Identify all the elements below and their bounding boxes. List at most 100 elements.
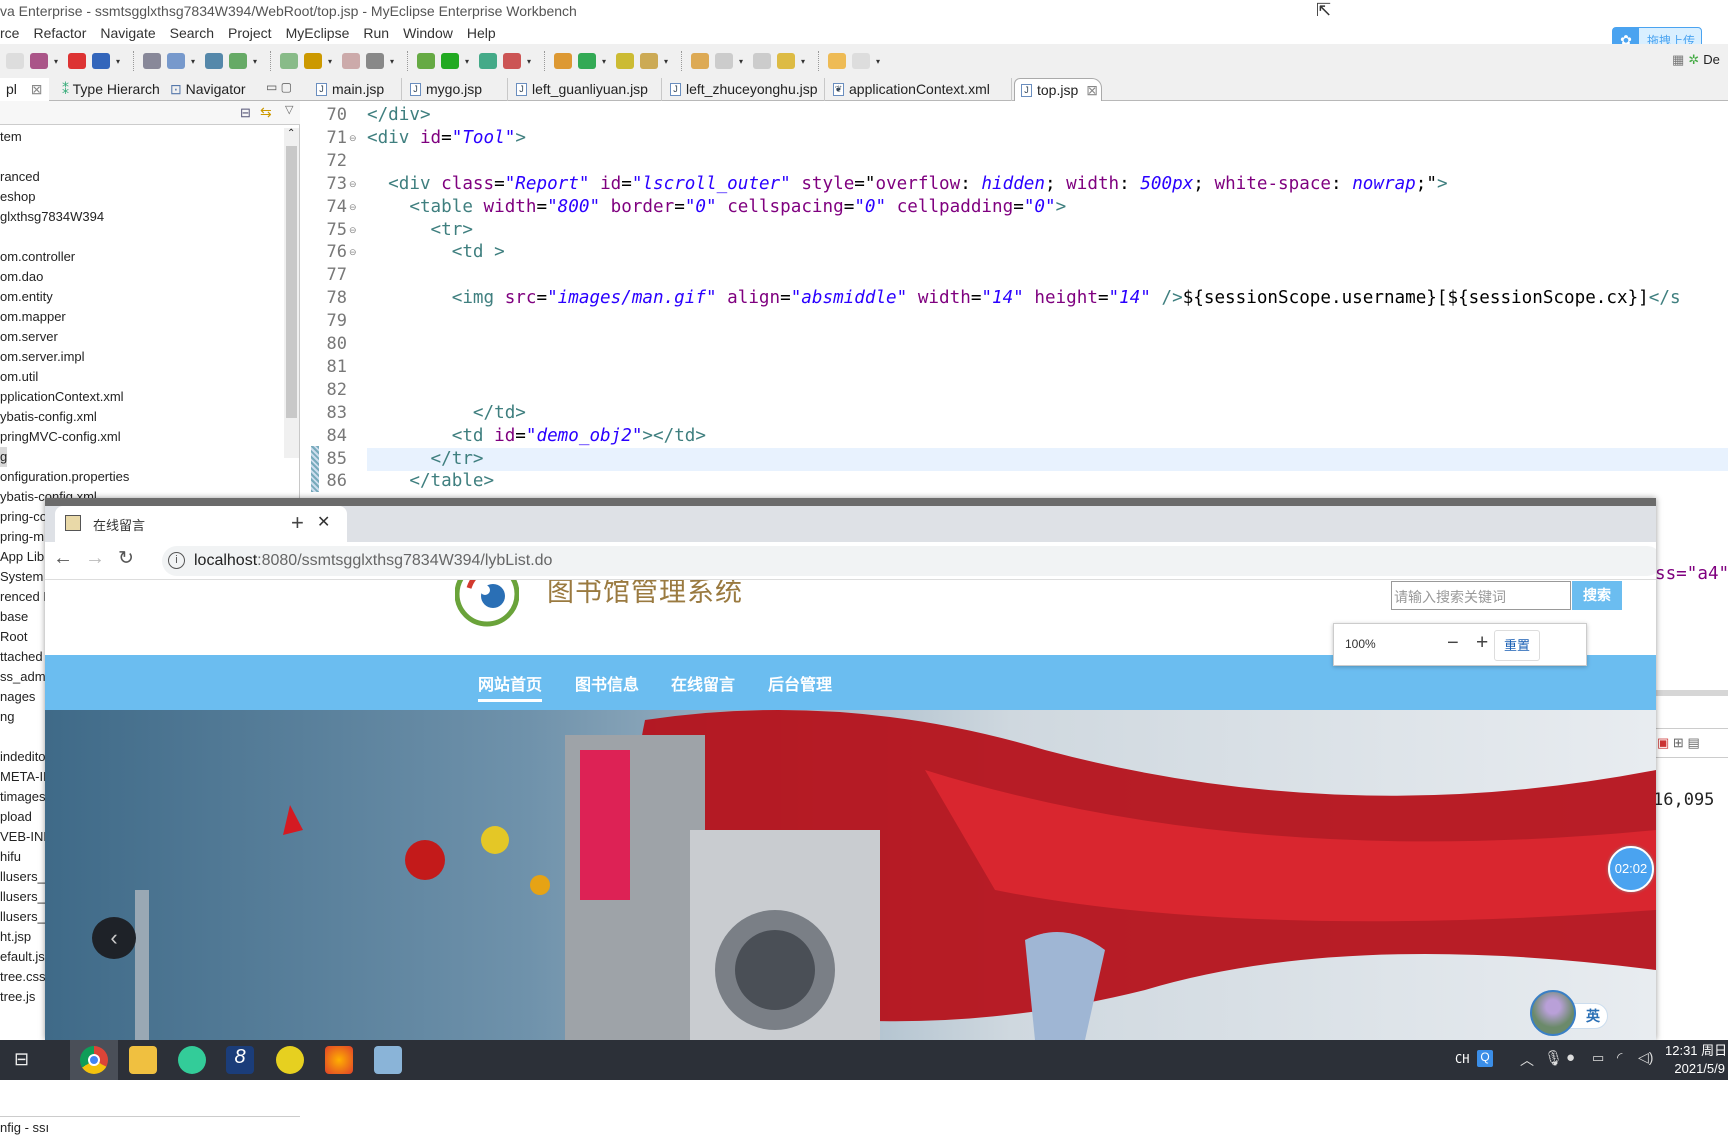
myeclipse-icon[interactable]: 8: [226, 1046, 254, 1074]
qq-tray-icon[interactable]: ●: [1566, 1049, 1575, 1066]
toolbar-button-icon[interactable]: [578, 53, 596, 69]
toolbar-button-icon[interactable]: [30, 53, 48, 69]
toolbar-button-icon[interactable]: [691, 53, 709, 69]
fold-toggle-icon[interactable]: ⊖: [349, 196, 357, 219]
tree-item[interactable]: om.server.impl: [0, 347, 85, 367]
tree-item[interactable]: om.entity: [0, 287, 53, 307]
toolbar-button-icon[interactable]: [715, 53, 733, 69]
tree-item[interactable]: App Lib: [0, 547, 44, 567]
toolbar-button-icon[interactable]: [503, 53, 521, 69]
tree-item[interactable]: timages: [0, 787, 46, 807]
toolbar-button-icon[interactable]: [143, 53, 161, 69]
tree-item[interactable]: tem: [0, 127, 22, 147]
dropdown-arrow-icon[interactable]: ▾: [664, 57, 672, 66]
toolbar-button-icon[interactable]: [342, 53, 360, 69]
dropdown-arrow-icon[interactable]: ▾: [390, 57, 398, 66]
tree-item[interactable]: hifu: [0, 847, 21, 867]
recording-timer[interactable]: 02:02: [1608, 846, 1654, 892]
new-tab-button[interactable]: +: [291, 510, 304, 536]
task-view-icon[interactable]: ⊟: [14, 1049, 29, 1070]
tree-item[interactable]: glxthsg7834W394: [0, 207, 104, 227]
dropdown-arrow-icon[interactable]: ▾: [527, 57, 535, 66]
close-tab-icon[interactable]: ✕: [317, 512, 330, 532]
qq-music-icon[interactable]: [276, 1046, 304, 1074]
toolbar-button-icon[interactable]: [479, 53, 497, 69]
carousel-prev-button[interactable]: ‹: [92, 917, 136, 959]
perspective-switcher[interactable]: ▦ ✲ De: [1672, 52, 1720, 68]
toolbar-button-icon[interactable]: [777, 53, 795, 69]
dropdown-arrow-icon[interactable]: ▾: [253, 57, 261, 66]
clear-console-icon[interactable]: ▣: [1657, 735, 1669, 750]
menu-item[interactable]: Refactor: [33, 22, 86, 44]
battery-icon[interactable]: ▭: [1592, 1050, 1604, 1066]
tab-type-hierarchy[interactable]: ⁑ Type Hierarch: [56, 78, 166, 101]
wifi-icon[interactable]: ◜: [1617, 1049, 1622, 1066]
zoom-in-button[interactable]: +: [1476, 631, 1488, 655]
clock[interactable]: 12:31 周日 2021/5/9: [1665, 1042, 1727, 1078]
nav-item[interactable]: 网站首页: [478, 671, 542, 695]
input-language[interactable]: CH: [1455, 1052, 1469, 1066]
dropdown-arrow-icon[interactable]: ▾: [54, 57, 62, 66]
tree-item[interactable]: ranced: [0, 167, 40, 187]
close-icon[interactable]: ⊠: [1086, 82, 1098, 98]
back-icon[interactable]: ←: [53, 547, 73, 570]
dropdown-arrow-icon[interactable]: ▾: [465, 57, 473, 66]
menu-item[interactable]: Help: [467, 22, 496, 44]
editor-tab[interactable]: Jmygo.jsp: [404, 78, 508, 101]
fold-toggle-icon[interactable]: ⊖: [349, 219, 357, 242]
editor-tab[interactable]: Jleft_zhuceyonghu.jsp: [664, 78, 825, 101]
tree-item[interactable]: tree.js: [0, 987, 35, 1007]
dropdown-arrow-icon[interactable]: ▾: [191, 57, 199, 66]
reload-icon[interactable]: ↻: [118, 547, 134, 570]
tree-scrollbar[interactable]: ⌃: [284, 128, 299, 458]
toolbar-button-icon[interactable]: [92, 53, 110, 69]
tree-item[interactable]: om.util: [0, 367, 38, 387]
show-hidden-icons[interactable]: ︿: [1520, 1050, 1534, 1070]
tree-item[interactable]: eshop: [0, 187, 35, 207]
tree-item[interactable]: Root: [0, 627, 27, 647]
menu-item[interactable]: rce: [0, 22, 19, 44]
toolbar-button-icon[interactable]: [753, 53, 771, 69]
menu-item[interactable]: Run: [363, 22, 389, 44]
notepad-icon[interactable]: [374, 1046, 402, 1074]
dropdown-arrow-icon[interactable]: ▾: [602, 57, 610, 66]
scroll-up-icon[interactable]: ⌃: [287, 128, 295, 139]
tree-item[interactable]: om.server: [0, 327, 58, 347]
dropdown-arrow-icon[interactable]: ▾: [801, 57, 809, 66]
toolbar-button-icon[interactable]: [828, 53, 846, 69]
dropdown-arrow-icon[interactable]: ▾: [116, 57, 124, 66]
toolbar-button-icon[interactable]: [366, 53, 384, 69]
zoom-out-button[interactable]: −: [1447, 632, 1459, 655]
tree-item[interactable]: base: [0, 607, 28, 627]
collapse-all-icon[interactable]: ⊟: [240, 105, 251, 121]
menu-item[interactable]: MyEclipse: [286, 22, 350, 44]
toolbar-button-icon[interactable]: [441, 53, 459, 69]
url-input[interactable]: i localhost:8080/ssmtsgglxthsg7834W394/l…: [162, 546, 1656, 576]
tree-item[interactable]: ss_admi: [0, 667, 48, 687]
nav-item[interactable]: 后台管理: [768, 671, 832, 695]
display-console-icon[interactable]: ▤: [1687, 735, 1699, 750]
tree-item[interactable]: efault.js: [0, 947, 45, 967]
tab-package-explorer[interactable]: pl ⊠: [0, 78, 49, 101]
toolbar-button-icon[interactable]: [280, 53, 298, 69]
toolbar-button-icon[interactable]: [616, 53, 634, 69]
tree-item[interactable]: llusers_l: [0, 887, 48, 907]
editor-tab[interactable]: Jtop.jsp ⊠: [1014, 78, 1102, 101]
tree-item[interactable]: ybatis-config.xml: [0, 407, 97, 427]
fold-toggle-icon[interactable]: ⊖: [349, 173, 357, 196]
menu-item[interactable]: Window: [403, 22, 453, 44]
menu-item[interactable]: Search: [170, 22, 214, 44]
tree-item[interactable]: nages: [0, 687, 35, 707]
fold-toggle-icon[interactable]: ⊖: [349, 241, 357, 264]
zoom-reset-button[interactable]: 重置: [1494, 630, 1540, 661]
tree-item[interactable]: om.controller: [0, 247, 75, 267]
toolbar-button-icon[interactable]: [417, 53, 435, 69]
toolbar-button-icon[interactable]: [554, 53, 572, 69]
speaker-icon[interactable]: ◁): [1638, 1049, 1653, 1066]
tree-item[interactable]: renced L: [0, 587, 51, 607]
microphone-icon[interactable]: 🎙: [1544, 1049, 1563, 1067]
link-with-editor-icon[interactable]: ⇆: [260, 104, 272, 121]
firefox-icon[interactable]: [325, 1046, 353, 1074]
toolbar-button-icon[interactable]: [68, 53, 86, 69]
tree-item[interactable]: onfiguration.properties: [0, 467, 129, 487]
